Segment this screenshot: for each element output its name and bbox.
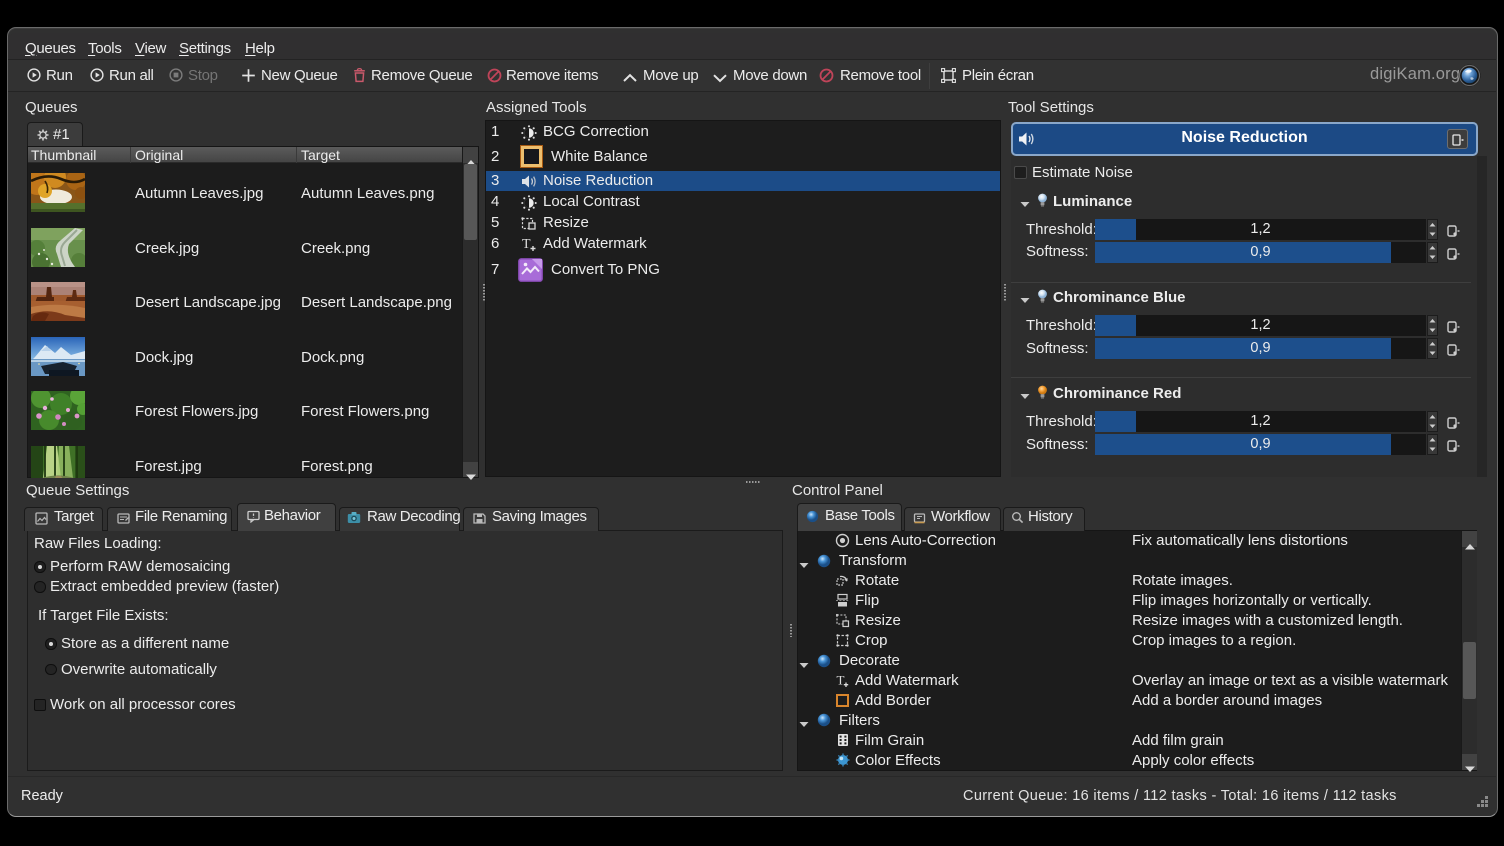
- svg-text:T: T: [522, 237, 531, 252]
- svg-text:T: T: [837, 673, 845, 688]
